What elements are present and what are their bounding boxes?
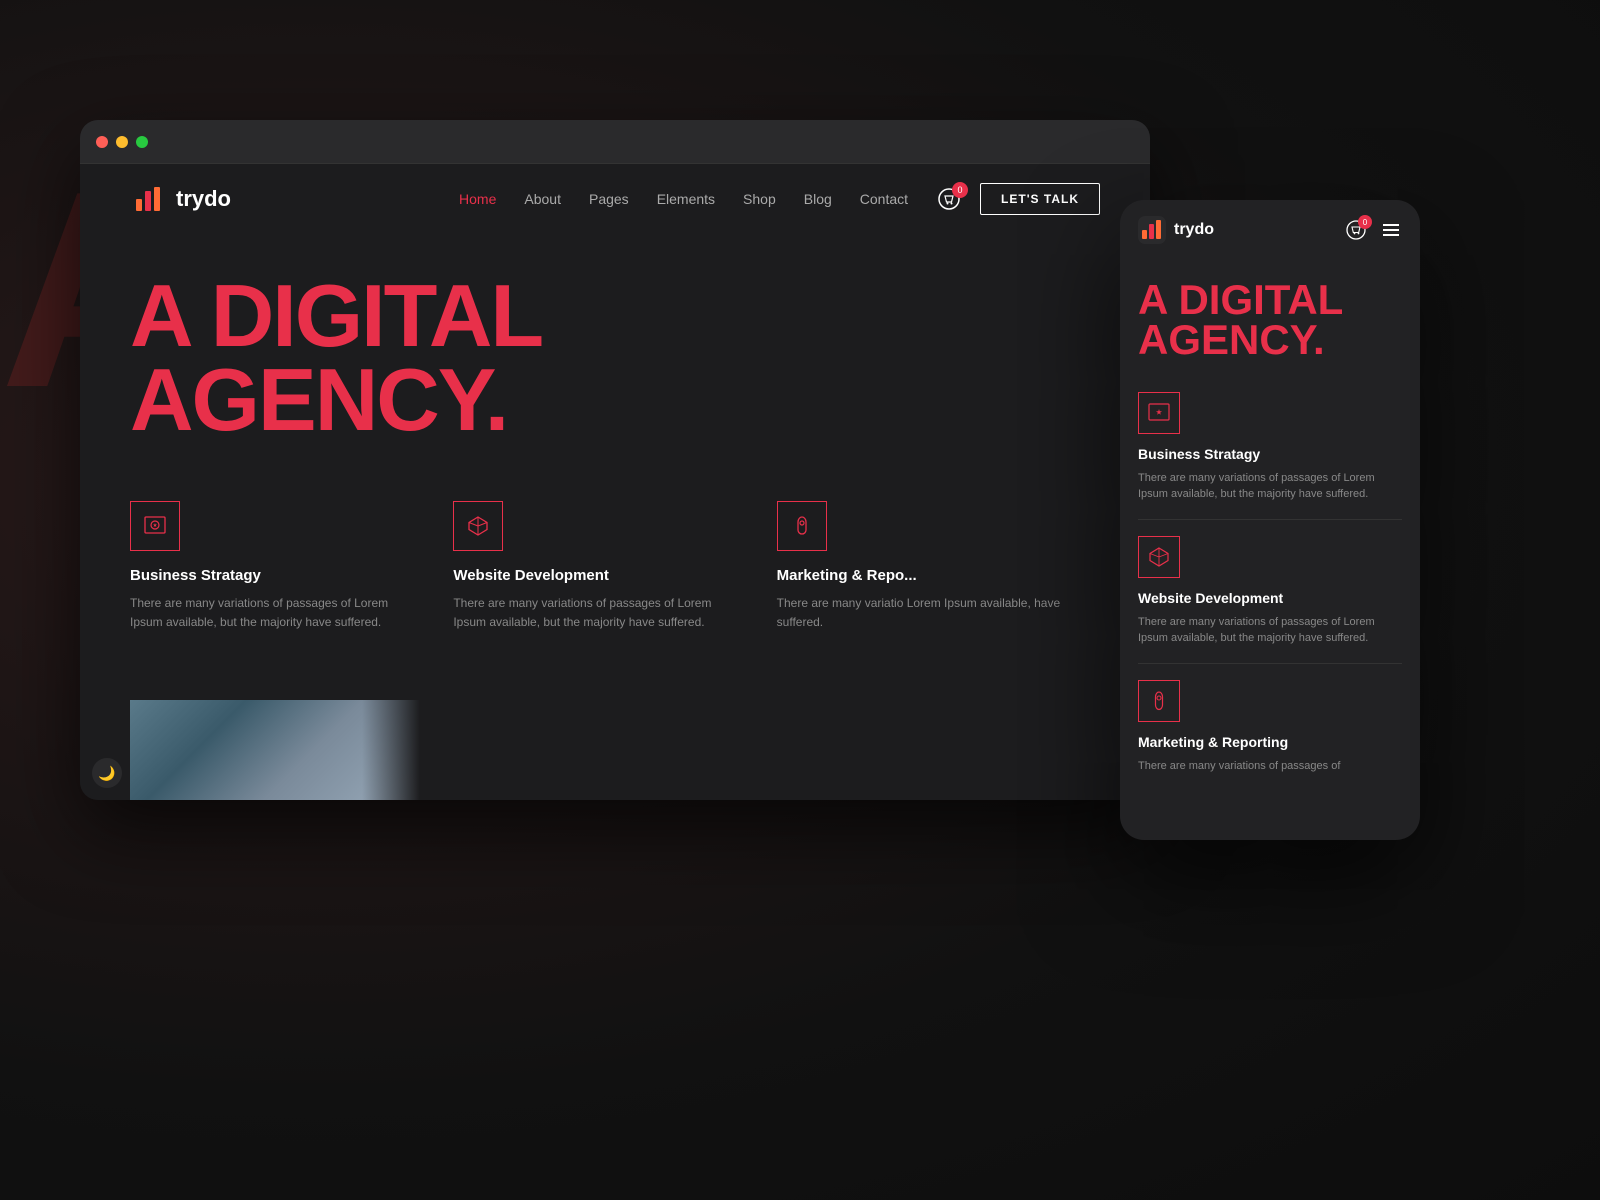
desktop-service-3-desc: There are many variatio Lorem Ipsum avai… bbox=[777, 594, 1070, 632]
desktop-navbar: trydo Home About Pages Elements Shop Blo… bbox=[80, 164, 1150, 234]
desktop-service-2-icon bbox=[453, 501, 503, 551]
browser-minimize-dot[interactable] bbox=[116, 136, 128, 148]
nav-link-pages[interactable]: Pages bbox=[589, 191, 629, 207]
desktop-service-2: Website Development There are many varia… bbox=[453, 501, 776, 632]
desktop-logo-text: trydo bbox=[176, 186, 231, 212]
mobile-logo[interactable]: trydo bbox=[1138, 216, 1214, 244]
mobile-hamburger-icon[interactable] bbox=[1380, 219, 1402, 241]
mobile-logo-icon bbox=[1138, 216, 1166, 244]
mobile-navbar: trydo 0 bbox=[1120, 200, 1420, 260]
nav-link-contact[interactable]: Contact bbox=[860, 191, 908, 207]
mobile-service-3-desc: There are many variations of passages of bbox=[1138, 758, 1402, 775]
mobile-cart-icon[interactable]: 0 bbox=[1346, 220, 1366, 240]
desktop-mockup: trydo Home About Pages Elements Shop Blo… bbox=[80, 120, 1150, 800]
mobile-service-1: Business Stratagy There are many variati… bbox=[1138, 376, 1402, 520]
mobile-service-2-icon bbox=[1138, 536, 1180, 578]
nav-link-home[interactable]: Home bbox=[459, 191, 496, 207]
desktop-cart-badge: 0 bbox=[952, 182, 968, 198]
browser-chrome-bar bbox=[80, 120, 1150, 164]
desktop-service-2-title: Website Development bbox=[453, 567, 746, 584]
desktop-services-row: Business Stratagy There are many variati… bbox=[80, 471, 1150, 632]
mobile-service-1-desc: There are many variations of passages of… bbox=[1138, 470, 1402, 503]
nav-link-blog[interactable]: Blog bbox=[804, 191, 832, 207]
dark-mode-toggle[interactable]: 🌙 bbox=[92, 758, 122, 788]
mobile-service-1-icon bbox=[1138, 392, 1180, 434]
nav-link-about[interactable]: About bbox=[524, 191, 561, 207]
desktop-nav-links: Home About Pages Elements Shop Blog Cont… bbox=[459, 191, 908, 207]
desktop-hero-section: A DIGITAL AGENCY. bbox=[80, 234, 1150, 471]
desktop-cart-icon[interactable]: 0 bbox=[938, 188, 960, 210]
desktop-service-1: Business Stratagy There are many variati… bbox=[130, 501, 453, 632]
desktop-service-1-icon bbox=[130, 501, 180, 551]
desktop-service-1-title: Business Stratagy bbox=[130, 567, 423, 584]
desktop-site-content: trydo Home About Pages Elements Shop Blo… bbox=[80, 164, 1150, 800]
browser-close-dot[interactable] bbox=[96, 136, 108, 148]
desktop-service-1-desc: There are many variations of passages of… bbox=[130, 594, 423, 632]
desktop-logo-icon bbox=[130, 181, 166, 217]
mobile-logo-text: trydo bbox=[1174, 221, 1214, 239]
mobile-service-2-title: Website Development bbox=[1138, 590, 1402, 606]
lets-talk-button[interactable]: LET'S TALK bbox=[980, 183, 1100, 215]
mobile-service-3: Marketing & Reporting There are many var… bbox=[1138, 664, 1402, 791]
mobile-cart-badge: 0 bbox=[1358, 215, 1372, 229]
nav-link-elements[interactable]: Elements bbox=[657, 191, 715, 207]
mobile-service-2-desc: There are many variations of passages of… bbox=[1138, 614, 1402, 647]
mobile-service-2: Website Development There are many varia… bbox=[1138, 520, 1402, 664]
desktop-bottom-image bbox=[130, 700, 420, 800]
browser-expand-dot[interactable] bbox=[136, 136, 148, 148]
desktop-image-gradient bbox=[130, 700, 420, 800]
mobile-service-3-title: Marketing & Reporting bbox=[1138, 734, 1402, 750]
mobile-hero-title: A DIGITAL AGENCY. bbox=[1138, 280, 1402, 360]
desktop-service-2-desc: There are many variations of passages of… bbox=[453, 594, 746, 632]
mobile-service-3-icon bbox=[1138, 680, 1180, 722]
desktop-service-3-title: Marketing & Repo... bbox=[777, 567, 1070, 584]
desktop-service-3: Marketing & Repo... There are many varia… bbox=[777, 501, 1100, 632]
nav-link-shop[interactable]: Shop bbox=[743, 191, 776, 207]
desktop-service-3-icon bbox=[777, 501, 827, 551]
desktop-hero-title: A DIGITAL AGENCY. bbox=[130, 274, 1100, 441]
mobile-mockup: trydo 0 A DIGIT bbox=[1120, 200, 1420, 840]
mobile-services-list: Business Stratagy There are many variati… bbox=[1120, 376, 1420, 796]
desktop-logo[interactable]: trydo bbox=[130, 181, 231, 217]
mobile-hero-section: A DIGITAL AGENCY. bbox=[1120, 260, 1420, 376]
mobile-service-1-title: Business Stratagy bbox=[1138, 446, 1402, 462]
mobile-nav-icons: 0 bbox=[1346, 219, 1402, 241]
